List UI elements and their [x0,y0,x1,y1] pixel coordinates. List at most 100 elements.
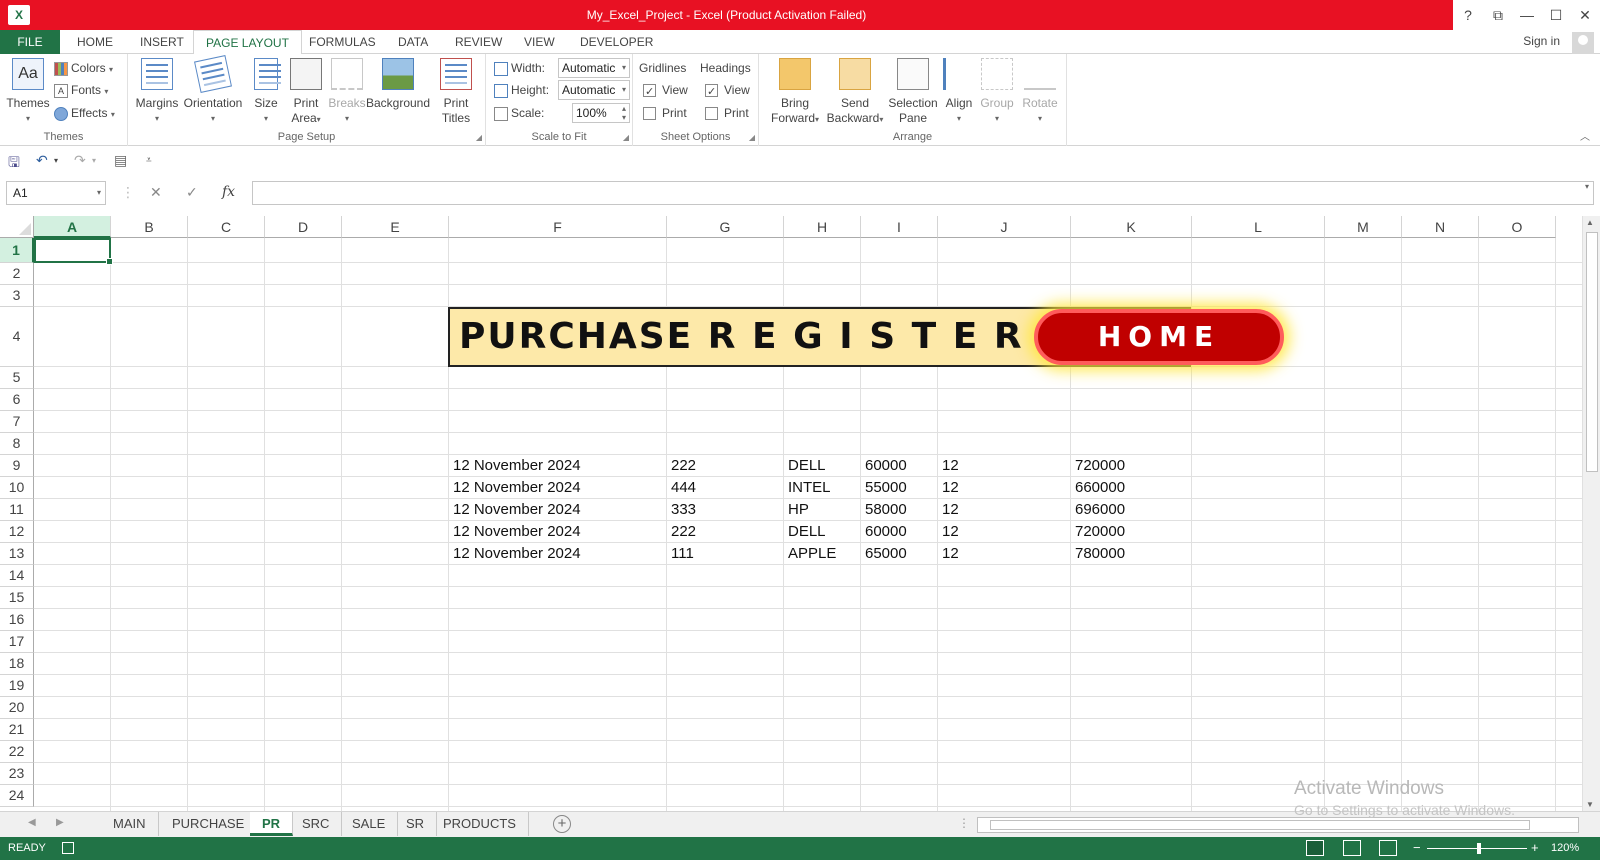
fonts-button[interactable]: A Fonts ▾ [54,80,108,100]
page-layout-view-icon[interactable] [1343,840,1361,856]
column-header-o[interactable]: O [1479,216,1556,238]
form-icon[interactable]: ▤ [114,152,127,169]
active-cell-a1[interactable] [34,238,113,265]
sheet-scroll-left-icon[interactable]: ◀ [28,817,36,828]
row-header-20[interactable]: 20 [0,697,34,719]
date-cell[interactable]: 12 November 2024 [449,499,581,521]
sheet-tab-main[interactable]: MAIN [101,812,159,836]
tab-review[interactable]: REVIEW [443,30,514,54]
row-header-18[interactable]: 18 [0,653,34,675]
column-header-n[interactable]: N [1402,216,1479,238]
vertical-scrollbar[interactable]: ▲ ▼ [1582,216,1600,811]
sheet-tab-src[interactable]: SRC [290,812,343,836]
spin-arrows-icon[interactable]: ▴ ▾ [622,104,626,122]
help-icon[interactable]: ? [1453,0,1483,30]
macro-recording-icon[interactable] [62,842,74,854]
row-header-15[interactable]: 15 [0,587,34,609]
id-cell[interactable]: 333 [667,499,696,521]
enter-icon[interactable]: ✓ [186,181,198,205]
id-cell[interactable]: 444 [667,477,696,499]
brand-cell[interactable]: INTEL [784,477,831,499]
zoom-level[interactable]: 120% [1551,842,1579,854]
column-header-f[interactable]: F [449,216,667,238]
chevron-down-icon[interactable]: ▾ [54,156,58,165]
column-header-c[interactable]: C [188,216,265,238]
worksheet-grid[interactable]: A B C D E F G H I J K L M N O 1 2 3 4 5 6 7 8 9 10 11 12 13 14 15 16 17… [0,216,1582,811]
row-header-23[interactable]: 23 [0,763,34,785]
select-all-corner[interactable] [0,216,34,238]
qty-cell[interactable]: 12 [938,543,959,565]
price-cell[interactable]: 60000 [861,521,907,543]
page-break-preview-icon[interactable] [1379,840,1397,856]
tab-data[interactable]: DATA [386,30,440,54]
scale-stepper[interactable]: 100% ▴ ▾ [572,103,630,123]
date-cell[interactable]: 12 November 2024 [449,543,581,565]
selection-pane-button[interactable]: Selection Pane [884,58,942,126]
scroll-down-icon[interactable]: ▼ [1586,800,1594,809]
row-header-13[interactable]: 13 [0,543,34,565]
column-header-k[interactable]: K [1071,216,1192,238]
row-header-7[interactable]: 7 [0,411,34,433]
qty-cell[interactable]: 12 [938,455,959,477]
sheet-tab-pr[interactable]: PR [250,812,294,836]
column-header-e[interactable]: E [342,216,449,238]
sheet-scroll-right-icon[interactable]: ▶ [56,817,64,828]
row-header-3[interactable]: 3 [0,285,34,307]
row-header-9[interactable]: 9 [0,455,34,477]
brand-cell[interactable]: DELL [784,521,826,543]
print-area-button[interactable]: Print Area▾ [286,58,326,127]
tab-insert[interactable]: INSERT [128,30,196,54]
tab-view[interactable]: VIEW [512,30,567,54]
vertical-scroll-thumb[interactable] [1586,232,1598,472]
zoom-out-icon[interactable]: − [1413,840,1421,855]
id-cell[interactable]: 111 [667,543,694,565]
scale-to-fit-launcher-icon[interactable]: ◢ [623,133,629,142]
align-button[interactable]: Align ▾ [941,58,977,126]
splitter-handle-icon[interactable]: ⋮ [958,816,970,830]
row-header-11[interactable]: 11 [0,499,34,521]
page-setup-launcher-icon[interactable]: ◢ [476,133,482,142]
price-cell[interactable]: 60000 [861,455,907,477]
home-button[interactable]: HOME [1034,309,1284,365]
headings-print-checkbox[interactable]: Print [705,103,749,123]
normal-view-icon[interactable] [1306,840,1324,856]
column-header-b[interactable]: B [111,216,188,238]
close-button[interactable]: ✕ [1570,0,1600,30]
tab-home[interactable]: HOME [65,30,125,54]
horizontal-scroll-thumb[interactable] [990,820,1530,830]
total-cell[interactable]: 720000 [1071,455,1125,477]
brand-cell[interactable]: HP [784,499,809,521]
avatar-icon[interactable] [1572,32,1594,54]
headings-view-checkbox[interactable]: View [705,80,750,102]
zoom-in-icon[interactable]: + [1531,840,1539,855]
total-cell[interactable]: 720000 [1071,521,1125,543]
redo-icon[interactable]: ↷ [74,152,86,169]
themes-button[interactable]: Aa Themes ▾ [6,58,50,126]
ribbon-display-options-icon[interactable]: ⧉ [1483,0,1513,30]
column-header-a[interactable]: A [34,216,111,238]
price-cell[interactable]: 58000 [861,499,907,521]
group-button[interactable]: Group ▾ [978,58,1016,126]
maximize-button[interactable]: ☐ [1541,0,1571,30]
qty-cell[interactable]: 12 [938,477,959,499]
row-header-6[interactable]: 6 [0,389,34,411]
total-cell[interactable]: 780000 [1071,543,1125,565]
column-header-m[interactable]: M [1325,216,1402,238]
send-backward-button[interactable]: Send Backward▾ [822,58,888,127]
height-select[interactable]: Automatic ▾ [558,80,630,100]
qty-cell[interactable]: 12 [938,499,959,521]
tab-file[interactable]: FILE [0,30,60,54]
orientation-button[interactable]: Orientation ▾ [181,55,245,126]
add-sheet-icon[interactable]: + [553,815,571,833]
collapse-ribbon-icon[interactable]: ︿ [1580,128,1590,143]
scroll-up-icon[interactable]: ▲ [1586,218,1594,227]
row-header-17[interactable]: 17 [0,631,34,653]
expand-formula-bar-icon[interactable]: ▾ [1585,182,1589,191]
row-header-4[interactable]: 4 [0,307,34,367]
total-cell[interactable]: 696000 [1071,499,1125,521]
width-select[interactable]: Automatic ▾ [558,58,630,78]
sheet-options-launcher-icon[interactable]: ◢ [749,133,755,142]
date-cell[interactable]: 12 November 2024 [449,455,581,477]
effects-button[interactable]: Effects ▾ [54,103,115,123]
colors-button[interactable]: Colors ▾ [54,58,113,78]
